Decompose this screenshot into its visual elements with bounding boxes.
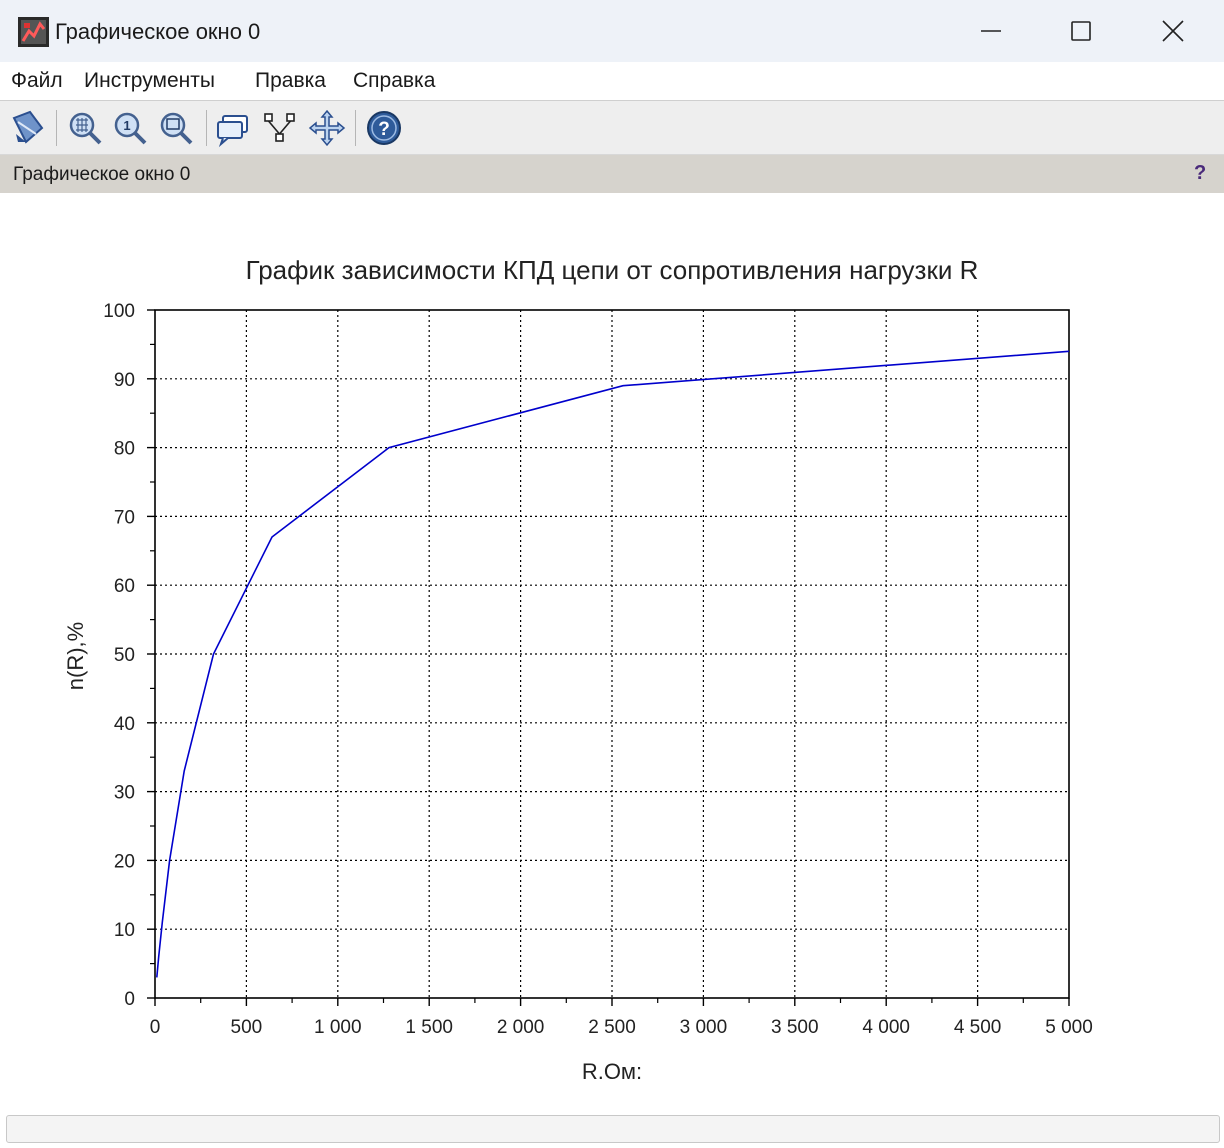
axes: 0 500 1 000 1 500 2 000 2 500 3 000 3 500 4 000 4… <box>103 301 1092 1038</box>
toolbar-separator <box>355 110 356 146</box>
x-tick-label: 1 500 <box>405 1017 453 1038</box>
chart-title: График зависимости КПД цепи от сопротивл… <box>246 255 979 285</box>
y-tick-label: 20 <box>114 851 135 872</box>
y-tick-label: 60 <box>114 576 135 597</box>
menu-file[interactable]: Файл <box>11 69 63 93</box>
series <box>156 350 1070 978</box>
maximize-icon <box>1071 21 1091 41</box>
y-tick-label: 100 <box>103 301 135 322</box>
maximize-button[interactable] <box>1036 0 1126 62</box>
zoom-region-icon[interactable] <box>157 108 195 148</box>
svg-text:?: ? <box>378 119 390 140</box>
y-tick-label: 0 <box>124 989 135 1010</box>
window-title: Графическое окно 0 <box>55 19 261 44</box>
svg-text:1: 1 <box>123 118 130 133</box>
menu-bar: Файл Инструменты Правка Справка <box>0 62 1224 101</box>
title-bar: Графическое окно 0 <box>0 0 1224 62</box>
grid <box>155 310 1069 998</box>
x-tick-label: 2 000 <box>497 1017 545 1038</box>
x-tick-label: 4 000 <box>862 1017 910 1038</box>
plot-canvas[interactable]: График зависимости КПД цепи от сопротивл… <box>0 193 1224 1115</box>
status-help-icon[interactable]: ? <box>1194 162 1206 185</box>
x-tick-label: 0 <box>150 1017 161 1038</box>
x-axis-label: R.Ом: <box>582 1059 642 1084</box>
x-tick-label: 4 500 <box>954 1017 1002 1038</box>
chart-svg: График зависимости КПД цепи от сопротивл… <box>63 255 1093 1084</box>
y-tick-label: 40 <box>114 714 135 735</box>
figure-info-bar: Графическое окно 0 ? <box>0 155 1224 193</box>
toolbar: 1 ? <box>0 101 1224 155</box>
rotate-icon[interactable] <box>8 108 46 148</box>
minimize-button[interactable] <box>946 0 1036 62</box>
close-icon <box>1162 20 1184 42</box>
y-axis-label: n(R),% <box>63 622 88 690</box>
y-tick-label: 50 <box>114 645 135 666</box>
datatip-edit-icon[interactable] <box>261 108 299 148</box>
x-tick-label: 500 <box>231 1017 263 1038</box>
y-tick-label: 90 <box>114 370 135 391</box>
x-tick-label: 5 000 <box>1045 1017 1093 1038</box>
zoom-original-icon[interactable]: 1 <box>111 108 149 148</box>
x-tick-label: 2 500 <box>588 1017 636 1038</box>
y-tick-label: 80 <box>114 439 135 460</box>
menu-tools[interactable]: Инструменты <box>84 69 215 93</box>
datatip-icon[interactable] <box>215 108 253 148</box>
zoom-icon[interactable] <box>66 108 104 148</box>
close-button[interactable] <box>1128 0 1218 62</box>
app-icon <box>18 17 49 47</box>
x-tick-label: 1 000 <box>314 1017 362 1038</box>
y-tick-label: 30 <box>114 783 135 804</box>
bottom-info-bar <box>6 1115 1220 1143</box>
y-tick-label: 70 <box>114 507 135 528</box>
figure-name-label: Графическое окно 0 <box>13 164 191 185</box>
menu-help[interactable]: Справка <box>353 69 435 93</box>
x-tick-label: 3 000 <box>680 1017 728 1038</box>
series-line <box>156 350 1070 978</box>
toolbar-separator <box>206 110 207 146</box>
pan-icon[interactable] <box>308 108 346 148</box>
help-icon[interactable]: ? <box>365 108 403 148</box>
y-tick-label: 10 <box>114 920 135 941</box>
toolbar-separator <box>56 110 57 146</box>
minimize-icon <box>981 30 1001 32</box>
menu-edit[interactable]: Правка <box>255 69 326 93</box>
x-tick-label: 3 500 <box>771 1017 819 1038</box>
